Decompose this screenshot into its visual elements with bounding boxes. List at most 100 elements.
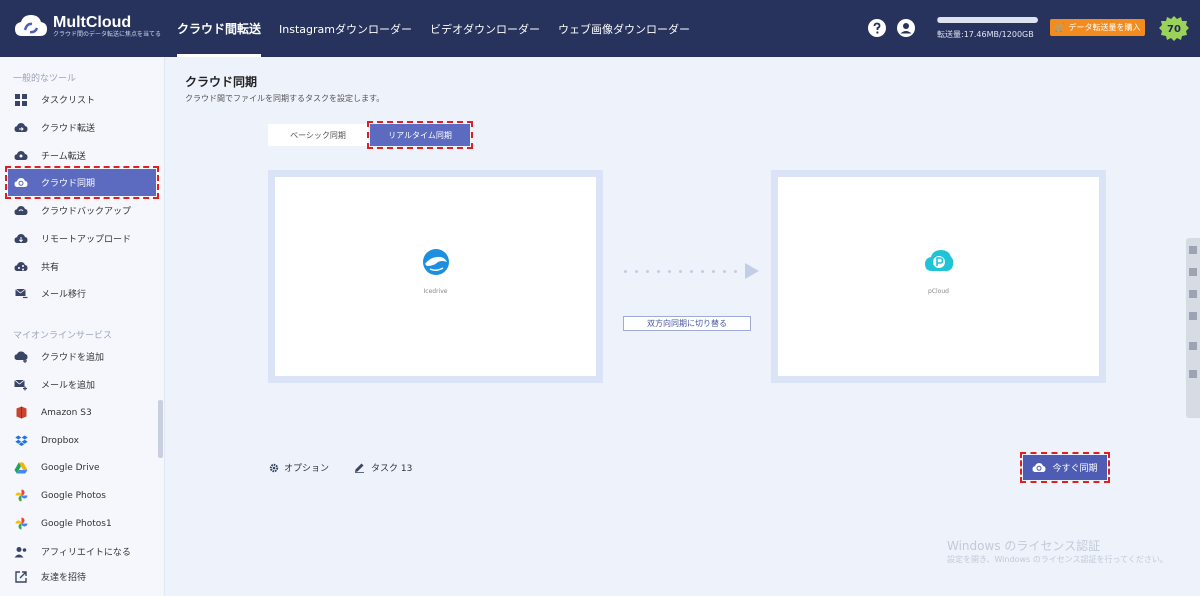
page-title: クラウド同期 [185,75,258,89]
sidebar-item-label: メール移行 [41,290,87,300]
sidebar-item-dropbox[interactable]: Dropbox [8,427,156,454]
sidebar-item-label: Amazon S3 [41,407,92,418]
sidebar-item-google-photos1[interactable]: Google Photos1 [8,510,156,537]
sidebar-item-label: Google Photos1 [41,518,112,529]
brand-name: MultCloud [53,13,132,31]
floating-side-toolbar[interactable] [1186,238,1200,418]
sidebar-scrollbar[interactable] [158,400,163,458]
page-subtitle: クラウド間でファイルを同期するタスクを設定します。 [185,94,385,103]
target-cloud-card[interactable]: pCloud [778,177,1099,376]
cart-icon: 🛒 [1054,23,1065,32]
cloud-backup-icon [14,204,28,218]
nav-video-downloader[interactable]: ビデオダウンローダー [421,0,549,57]
amazon-s3-icon [14,406,28,420]
help-icon[interactable] [868,19,886,37]
brand-logo[interactable]: MultCloud クラウド間のデータ転送に焦点を当てる [14,12,161,40]
sidebar-item-add-mail[interactable]: メールを追加 [8,371,156,398]
add-mail-icon [14,378,28,392]
google-drive-icon [14,461,28,475]
toolbar-tool-icon[interactable] [1189,370,1197,378]
pencil-icon [355,463,364,473]
toolbar-tool-icon[interactable] [1189,342,1197,350]
sync-now-button[interactable]: 今すぐ同期 [1020,452,1110,483]
sidebar-item-invite-friends[interactable]: 友達を招待 [8,563,156,590]
sidebar-item-label: クラウドバックアップ [41,207,132,217]
sync-direction-arrow [624,263,759,279]
sidebar-item-label: Google Photos [41,490,106,501]
sidebar-item-remote-upload[interactable]: リモートアップロード [8,225,156,252]
options-button[interactable]: オプション [269,461,329,474]
sidebar-item-cloud-transfer[interactable]: クラウド転送 [8,114,156,141]
nav-instagram-downloader[interactable]: Instagramダウンローダー [270,0,421,57]
source-cloud-label: Icedrive [423,288,448,295]
sidebar-item-label: Google Drive [41,462,100,473]
sidebar-item-share[interactable]: 共有 [8,253,156,280]
cloud-sync-icon [1032,463,1046,472]
google-photos-icon [14,517,28,531]
options-label: オプション [284,464,330,474]
switch-two-way-button[interactable]: 双方向同期に切り替る [623,316,751,331]
nav-image-downloader[interactable]: ウェブ画像ダウンローダー [549,0,699,57]
toolbar-tool-icon[interactable] [1189,268,1197,276]
tab-basic-sync[interactable]: ベーシック同期 [268,124,368,146]
source-cloud-panel[interactable]: Icedrive [268,170,603,383]
nav-cloud-transfer[interactable]: クラウド間転送 [168,0,270,57]
tab-realtime-sync[interactable]: リアルタイム同期 [367,121,473,149]
toolbar-tool-icon[interactable] [1189,246,1197,254]
buy-traffic-label: データ転送量を購入 [1068,23,1141,32]
sync-now-label: 今すぐ同期 [1052,464,1098,474]
sidebar-item-label: クラウド転送 [41,124,96,134]
sidebar-item-label: クラウドを追加 [41,353,105,363]
toolbar-tool-icon[interactable] [1189,290,1197,298]
pcloud-icon [924,250,953,271]
multcloud-logo-icon [15,15,47,36]
usage-bar [937,17,1038,23]
level-badge-icon[interactable]: 70 [1158,15,1190,42]
windows-activation-title: Windows のライセンス認証 [947,539,1101,553]
sidebar-item-label: チーム転送 [41,152,86,162]
sidebar-item-label: リモートアップロード [41,235,132,245]
main-nav: クラウド間転送 Instagramダウンローダー ビデオダウンローダー ウェブ画… [168,0,699,57]
sidebar-item-task-list[interactable]: タスクリスト [8,86,156,113]
sidebar-item-mail-migration[interactable]: メール移行 [8,280,156,307]
sidebar-item-team-transfer[interactable]: チーム転送 [8,142,156,169]
sidebar-item-label: メールを追加 [41,381,96,391]
sidebar-item-label: Dropbox [41,435,79,446]
sidebar: 一般的なツール タスクリスト クラウド転送 チーム転送 クラウド同期 クラウドバ… [0,57,165,596]
target-cloud-label: pCloud [928,288,949,295]
toolbar-tool-icon[interactable] [1189,312,1197,320]
brand-tagline: クラウド間のデータ転送に焦点を当てる [53,30,162,38]
sidebar-item-cloud-sync[interactable]: クラウド同期 [5,166,159,199]
usage-bar-fill [937,17,938,23]
sync-mode-tabs: ベーシック同期 リアルタイム同期 [268,121,473,149]
level-badge-value: 70 [1167,24,1181,35]
mail-migration-icon [14,287,28,301]
remote-upload-icon [14,232,28,246]
sidebar-item-google-drive[interactable]: Google Drive [8,454,156,481]
task-name-button[interactable]: タスク 13 [354,461,412,474]
grid-icon [14,93,28,107]
icedrive-icon [422,249,449,275]
source-cloud-card[interactable]: Icedrive [275,177,596,376]
usage-text: 転送量:17.46MB/1200GB [937,30,1034,39]
windows-activation-subtitle: 設定を開き、Windows のライセンス認証を行ってください。 [947,555,1168,564]
cloud-transfer-icon [14,121,28,135]
user-avatar-icon[interactable] [897,19,915,37]
sidebar-item-label: クラウド同期 [41,179,96,189]
sidebar-item-amazon-s3[interactable]: Amazon S3 [8,399,156,426]
usage-meter: 転送量:17.46MB/1200GB [937,17,1038,40]
sidebar-item-affiliate[interactable]: アフィリエイトになる [8,538,156,565]
sidebar-item-label: タスクリスト [41,96,96,106]
sidebar-item-google-photos[interactable]: Google Photos [8,482,156,509]
target-cloud-panel[interactable]: pCloud [771,170,1106,383]
sidebar-item-cloud-backup[interactable]: クラウドバックアップ [8,197,156,224]
task-name-label: タスク 13 [371,464,413,474]
section-general-tools: 一般的なツール [13,74,77,84]
sidebar-item-label: アフィリエイトになる [41,548,131,558]
cloud-sync-icon [14,176,28,190]
sidebar-item-add-cloud[interactable]: クラウドを追加 [8,343,156,370]
sidebar-item-label: 共有 [41,263,60,273]
buy-traffic-button[interactable]: 🛒 データ転送量を購入 [1050,19,1145,36]
top-bar: MultCloud クラウド間のデータ転送に焦点を当てる クラウド間転送 Ins… [0,0,1200,57]
gear-icon [269,463,279,472]
